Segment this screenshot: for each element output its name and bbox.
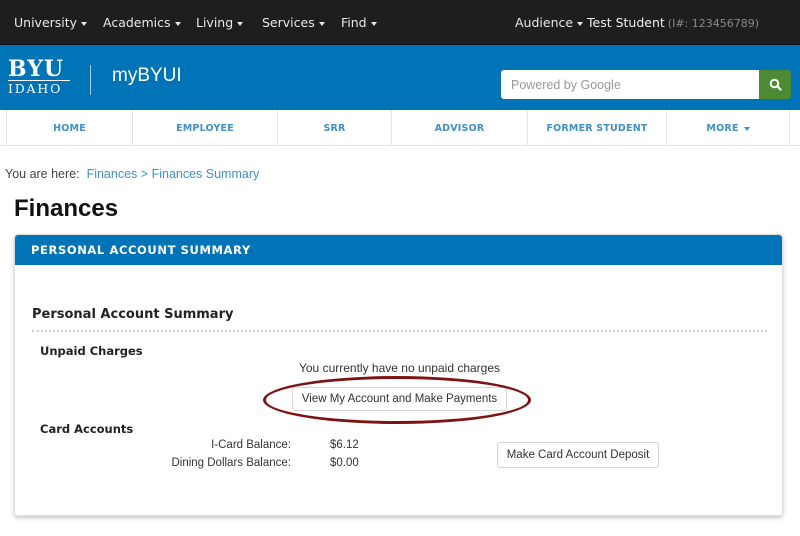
caret-down-icon xyxy=(81,21,88,26)
caret-down-icon xyxy=(174,21,181,26)
sub-navigation: HOME EMPLOYEE SRR ADVISOR FORMER STUDENT… xyxy=(0,110,800,146)
caret-down-icon xyxy=(237,21,244,26)
view-account-make-payments-button[interactable]: View My Account and Make Payments xyxy=(292,387,507,411)
user-info[interactable]: Test Student (I#: 123456789) xyxy=(587,0,759,45)
nav-audience-label: Audience xyxy=(515,15,574,30)
nav-living-label: Living xyxy=(196,15,234,30)
logo-byu-text: BYU xyxy=(8,58,70,81)
search-input[interactable] xyxy=(501,70,759,99)
caret-down-icon xyxy=(370,21,377,26)
nav-academics[interactable]: Academics xyxy=(103,0,181,45)
tab-former-student[interactable]: FORMER STUDENT xyxy=(527,110,666,145)
user-name: Test Student xyxy=(587,15,665,30)
nav-living[interactable]: Living xyxy=(196,0,244,45)
icard-balance-label: I-Card Balance: xyxy=(211,439,291,451)
nav-services-label: Services xyxy=(262,15,315,30)
caret-down-icon xyxy=(577,21,584,26)
unpaid-charges-message: You currently have no unpaid charges xyxy=(298,361,501,375)
panel-header: PERSONAL ACCOUNT SUMMARY xyxy=(15,235,782,265)
header-divider xyxy=(90,65,91,95)
dining-dollars-balance-label: Dining Dollars Balance: xyxy=(171,457,291,469)
make-card-account-deposit-button[interactable]: Make Card Account Deposit xyxy=(497,442,659,468)
personal-account-summary-panel: PERSONAL ACCOUNT SUMMARY Personal Accoun… xyxy=(14,234,783,516)
tab-more[interactable]: MORE xyxy=(666,110,790,145)
tab-advisor-label: ADVISOR xyxy=(434,123,485,134)
logo-idaho-text: IDAHO xyxy=(8,81,63,96)
tab-advisor[interactable]: ADVISOR xyxy=(391,110,527,145)
tab-employee-label: EMPLOYEE xyxy=(176,123,234,134)
nav-university-label: University xyxy=(14,15,78,30)
breadcrumb-prefix: You are here: xyxy=(5,167,80,181)
dotted-divider xyxy=(32,330,767,332)
icard-balance-value: $6.12 xyxy=(330,439,359,451)
tab-home[interactable]: HOME xyxy=(6,110,132,145)
nav-find-label: Find xyxy=(341,15,367,30)
user-id: (I#: 123456789) xyxy=(667,17,760,30)
breadcrumb-separator: > xyxy=(140,167,149,181)
tab-home-label: HOME xyxy=(53,123,86,134)
caret-down-icon xyxy=(318,21,325,26)
breadcrumb-finances-summary-link[interactable]: Finances Summary xyxy=(152,167,260,181)
unpaid-charges-title: Unpaid Charges xyxy=(40,344,143,358)
caret-down-icon xyxy=(743,126,750,131)
site-header: BYU IDAHO myBYUI xyxy=(0,45,800,110)
nav-find[interactable]: Find xyxy=(341,0,377,45)
byu-idaho-logo[interactable]: BYU IDAHO xyxy=(8,58,70,96)
tab-srr-label: SRR xyxy=(323,123,346,134)
section-title: Personal Account Summary xyxy=(32,307,234,322)
breadcrumb-finances-link[interactable]: Finances xyxy=(87,167,138,181)
search-button[interactable] xyxy=(759,70,791,99)
app-title[interactable]: myBYUI xyxy=(112,65,182,87)
card-accounts-title: Card Accounts xyxy=(40,422,134,436)
tab-employee[interactable]: EMPLOYEE xyxy=(132,110,277,145)
tab-srr[interactable]: SRR xyxy=(277,110,391,145)
top-navigation-bar: University Academics Living Services Fin… xyxy=(0,0,800,45)
breadcrumb: You are here: Finances > Finances Summar… xyxy=(5,167,259,181)
tab-more-label: MORE xyxy=(706,123,739,134)
nav-audience[interactable]: Audience xyxy=(515,0,584,45)
tab-former-student-label: FORMER STUDENT xyxy=(546,123,648,134)
nav-university[interactable]: University xyxy=(14,0,88,45)
nav-services[interactable]: Services xyxy=(262,0,325,45)
nav-academics-label: Academics xyxy=(103,15,171,30)
search-icon xyxy=(769,78,782,91)
dining-dollars-balance-value: $0.00 xyxy=(330,457,359,469)
page-title: Finances xyxy=(14,195,119,222)
